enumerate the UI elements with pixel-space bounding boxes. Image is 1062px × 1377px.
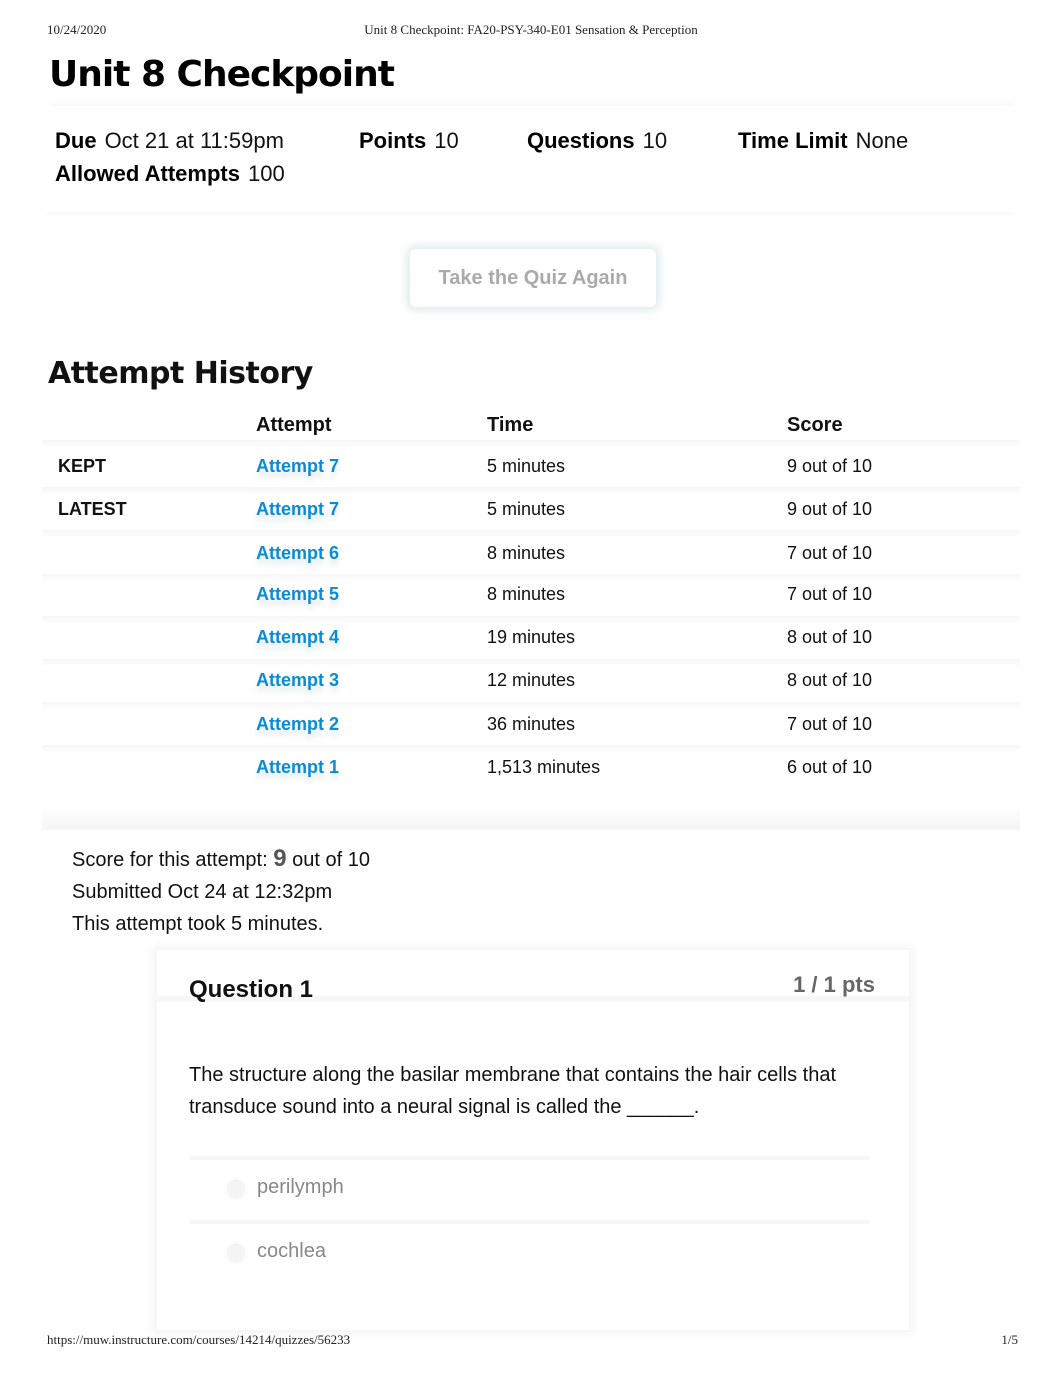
- table-row: LATEST Attempt 7 5 minutes 9 out of 10: [42, 499, 1020, 529]
- time-limit-value: None: [855, 128, 909, 153]
- score-line: Score for this attempt: 9 out of 10: [72, 843, 370, 876]
- duration-line: This attempt took 5 minutes.: [72, 913, 324, 935]
- attempt-time: 5 minutes: [487, 456, 566, 476]
- question-text: The structure along the basilar membrane…: [189, 1064, 837, 1118]
- print-page-number: 1/5: [1001, 1332, 1018, 1347]
- attempt-link[interactable]: Attempt 2: [256, 714, 339, 735]
- attempt-history-table: Attempt Time Score KEPT Attempt 7 5 minu…: [42, 410, 1020, 830]
- attempt-score: 9 out of 10: [787, 499, 873, 519]
- attempt-link[interactable]: Attempt 3: [256, 670, 339, 691]
- attempt-time: 36 minutes: [487, 714, 576, 734]
- attempt-summary: Score for this attempt: 9 out of 10 Subm…: [72, 843, 370, 940]
- table-row: Attempt 6 8 minutes 7 out of 10: [42, 543, 1020, 573]
- attempt-history-title: Attempt History: [48, 356, 313, 391]
- attempt-time: 1,513 minutes: [487, 757, 601, 777]
- table-row: Attempt 2 36 minutes 7 out of 10: [42, 714, 1020, 744]
- due-label: Due: [55, 128, 97, 153]
- answer-text: perilymph: [257, 1176, 344, 1198]
- time-limit-label: Time Limit: [738, 128, 848, 153]
- table-row: KEPT Attempt 7 5 minutes 9 out of 10: [42, 456, 1020, 486]
- allowed-attempts-detail: Allowed Attempts 100: [55, 161, 285, 187]
- answer-option[interactable]: cochlea: [189, 1220, 869, 1280]
- questions-detail: Questions 10: [527, 128, 667, 154]
- attempt-score: 7 out of 10: [787, 584, 873, 604]
- score-prefix: Score for this attempt:: [72, 849, 268, 871]
- attempt-time: 5 minutes: [487, 499, 566, 519]
- allowed-attempts-label: Allowed Attempts: [55, 161, 240, 186]
- attempt-link[interactable]: Attempt 4: [256, 627, 339, 648]
- question-title: Question 1: [189, 976, 314, 1003]
- attempt-link[interactable]: Attempt 1: [256, 757, 339, 778]
- answer-option[interactable]: perilymph: [189, 1156, 869, 1216]
- attempt-score: 7 out of 10: [787, 543, 873, 563]
- attempt-link[interactable]: Attempt 7: [256, 456, 339, 477]
- attempt-time: 8 minutes: [487, 543, 566, 563]
- submitted-line: Submitted Oct 24 at 12:32pm: [72, 881, 333, 903]
- page-title: Unit 8 Checkpoint: [49, 54, 395, 95]
- row-divider: [42, 487, 1020, 495]
- table-row: Attempt 4 19 minutes 8 out of 10: [42, 627, 1020, 657]
- points-detail: Points 10: [359, 128, 459, 154]
- column-header-attempt: Attempt: [256, 414, 332, 436]
- quiz-details: Due Oct 21 at 11:59pm Points 10 Questions 1…: [42, 106, 1020, 212]
- attempt-link[interactable]: Attempt 5: [256, 584, 339, 605]
- row-divider: [42, 440, 1020, 448]
- points-value: 10: [434, 128, 459, 153]
- row-divider: [42, 702, 1020, 710]
- row-divider: [42, 659, 1020, 667]
- question-card: Question 1 1 / 1 pts The structure along…: [157, 950, 909, 1330]
- attempt-score: 6 out of 10: [787, 757, 873, 777]
- attempt-score: 8 out of 10: [787, 670, 873, 690]
- table-bottom-border: [42, 805, 1020, 830]
- row-label: LATEST: [58, 499, 127, 519]
- answer-divider: [189, 1220, 869, 1224]
- attempt-score: 8 out of 10: [787, 627, 873, 647]
- question-header: Question 1 1 / 1 pts: [157, 950, 909, 1003]
- due-detail: Due Oct 21 at 11:59pm: [55, 128, 284, 154]
- print-document-title: Unit 8 Checkpoint: FA20-PSY-340-E01 Sens…: [364, 22, 698, 37]
- column-header-time: Time: [487, 414, 534, 436]
- attempt-link[interactable]: Attempt 6: [256, 543, 339, 564]
- attempt-link[interactable]: Attempt 7: [256, 499, 339, 520]
- due-value: Oct 21 at 11:59pm: [104, 128, 284, 153]
- take-quiz-again-button[interactable]: Take the Quiz Again: [410, 249, 656, 307]
- attempt-score: 9 out of 10: [787, 456, 873, 476]
- score-value: 9: [273, 845, 287, 872]
- attempt-score: 7 out of 10: [787, 714, 873, 734]
- questions-label: Questions: [527, 128, 635, 153]
- attempt-time: 19 minutes: [487, 627, 576, 647]
- row-divider: [42, 745, 1020, 753]
- answer-text: cochlea: [257, 1240, 326, 1262]
- answer-divider: [189, 1156, 869, 1160]
- row-divider: [42, 616, 1020, 624]
- column-header-score: Score: [787, 414, 843, 436]
- row-divider: [42, 574, 1020, 582]
- radio-icon[interactable]: [227, 1244, 245, 1262]
- table-row: Attempt 5 8 minutes 7 out of 10: [42, 584, 1020, 614]
- questions-value: 10: [642, 128, 668, 153]
- row-label: KEPT: [58, 456, 107, 476]
- question-points: 1 / 1 pts: [793, 972, 875, 997]
- allowed-attempts-value: 100: [247, 161, 285, 186]
- score-suffix: out of 10: [292, 849, 370, 871]
- attempt-time: 12 minutes: [487, 670, 576, 690]
- attempt-time: 8 minutes: [487, 584, 566, 604]
- print-header: 10/24/2020 Unit 8 Checkpoint: FA20-PSY-3…: [0, 22, 1062, 40]
- table-row: Attempt 3 12 minutes 8 out of 10: [42, 670, 1020, 700]
- table-row: Attempt 1 1,513 minutes 6 out of 10: [42, 757, 1020, 787]
- points-label: Points: [359, 128, 427, 153]
- print-url: https://muw.instructure.com/courses/1421…: [47, 1332, 351, 1347]
- row-divider: [42, 530, 1020, 538]
- radio-icon[interactable]: [227, 1180, 245, 1198]
- time-limit-detail: Time Limit None: [738, 128, 908, 154]
